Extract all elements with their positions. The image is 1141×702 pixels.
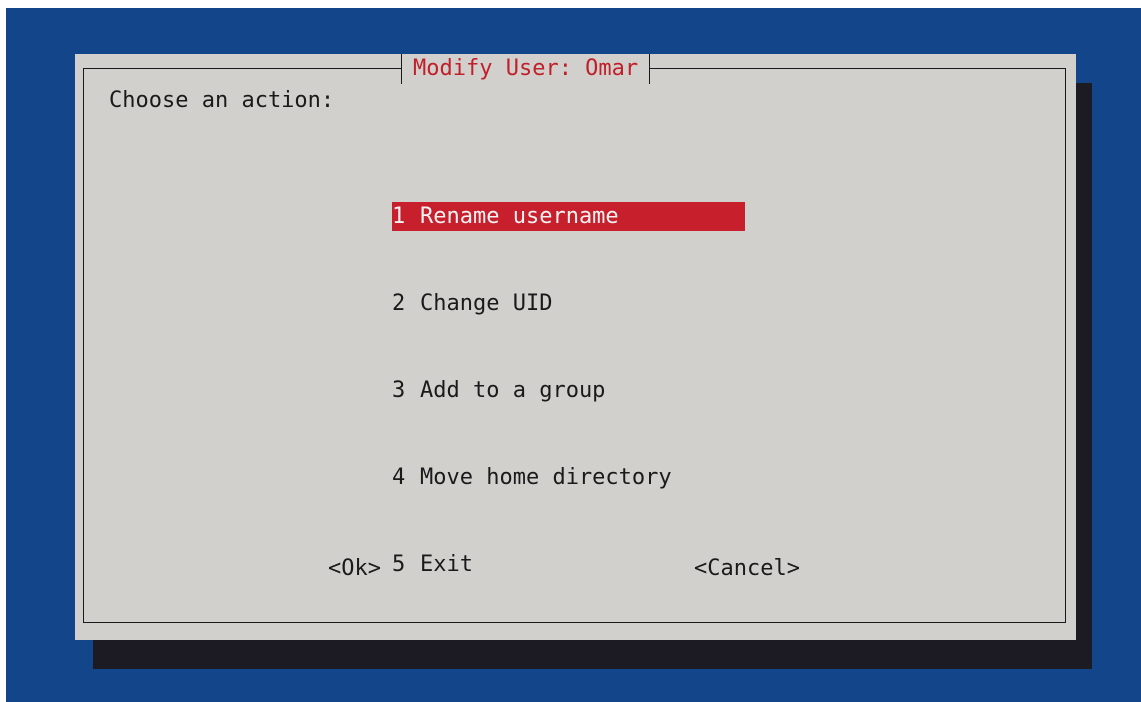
menu-item-move-home-directory[interactable]: 4 Move home directory bbox=[392, 463, 745, 492]
menu-item-add-to-group[interactable]: 3 Add to a group bbox=[392, 376, 745, 405]
menu-item-tag: 3 bbox=[392, 378, 406, 403]
menu-item-label: Exit bbox=[420, 552, 473, 577]
menu-item-tag: 2 bbox=[392, 291, 406, 316]
menu-item-change-uid[interactable]: 2 Change UID bbox=[392, 289, 745, 318]
menu-item-rename-username[interactable]: 1 Rename username bbox=[392, 202, 745, 231]
dialog-title: Modify User: Omar bbox=[401, 54, 651, 84]
menu-item-tag: 4 bbox=[392, 465, 406, 490]
terminal-screen: Modify User: Omar Choose an action: 1 Ren… bbox=[6, 8, 1141, 702]
modify-user-dialog: Modify User: Omar Choose an action: 1 Ren… bbox=[75, 54, 1076, 640]
menu-item-label: Move home directory bbox=[420, 465, 672, 490]
menu-item-label: Change UID bbox=[420, 291, 553, 316]
menu-item-exit[interactable]: 5 Exit bbox=[392, 550, 745, 579]
menu-item-label: Rename username bbox=[420, 204, 619, 229]
action-menu: 1 Rename username 2 Change UID 3 Add to a g… bbox=[392, 144, 745, 637]
cancel-button[interactable]: <Cancel> bbox=[694, 554, 800, 583]
ok-button[interactable]: <Ok> bbox=[328, 554, 381, 583]
menu-item-tag: 5 bbox=[392, 552, 406, 577]
menu-item-tag: 1 bbox=[392, 204, 406, 229]
menu-item-label: Add to a group bbox=[420, 378, 606, 403]
dialog-prompt: Choose an action: bbox=[109, 88, 335, 113]
